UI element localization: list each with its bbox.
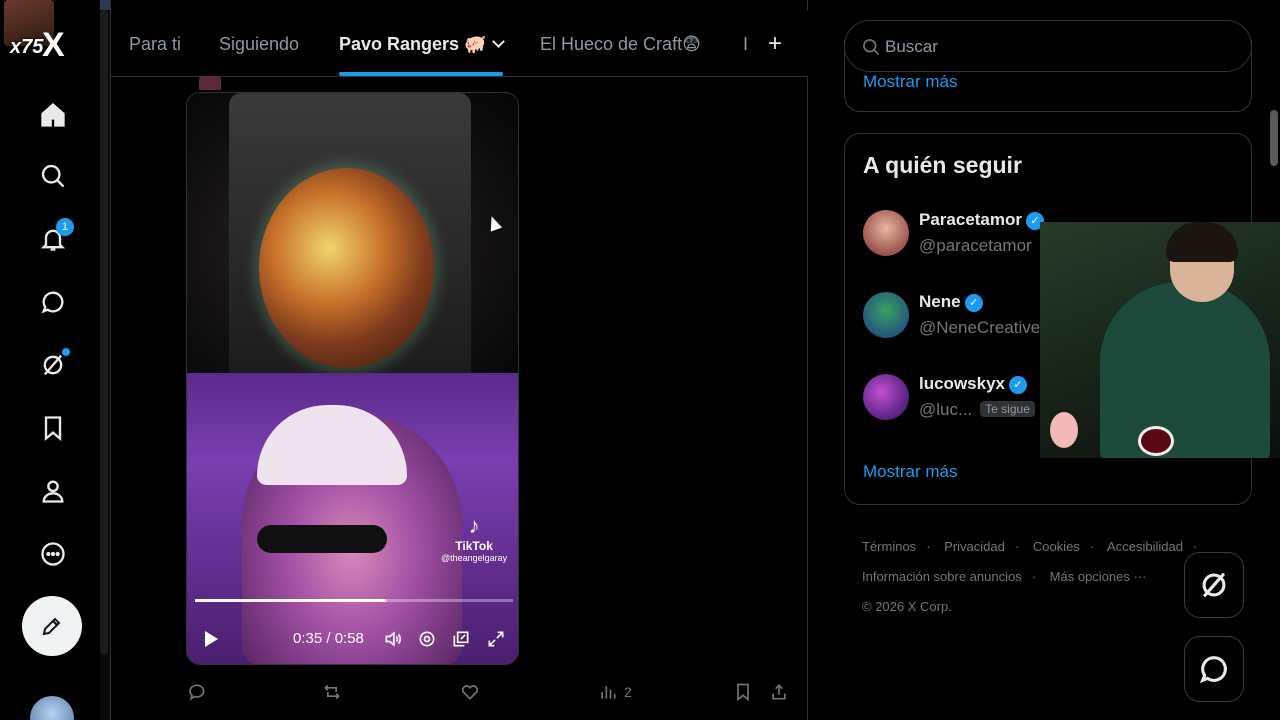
search-icon[interactable] [36, 159, 70, 193]
like-button[interactable] [460, 682, 480, 702]
grok-floating-button[interactable] [1184, 552, 1244, 618]
play-icon[interactable] [205, 631, 218, 647]
account-avatar[interactable] [30, 696, 74, 720]
webcam-overlay [1040, 222, 1280, 458]
grok-icon [1202, 572, 1226, 598]
follows-you-badge: Te sigue [980, 401, 1035, 417]
footer-link-terms[interactable]: Términos [862, 539, 916, 554]
compose-post-button[interactable] [22, 596, 82, 656]
notifications-badge: 1 [56, 218, 74, 236]
left-scrollbar[interactable] [100, 10, 108, 655]
messages-icon [1199, 656, 1227, 684]
footer-link-accessibility[interactable]: Accesibilidad [1107, 539, 1183, 554]
pig-mascot-image [1050, 412, 1078, 448]
footer-link-cookies[interactable]: Cookies [1033, 539, 1080, 554]
video-time: 0:35 / 0:58 [293, 630, 364, 647]
tiktok-brand: TikTok [455, 539, 493, 553]
tab-para-ti[interactable]: Para ti [129, 34, 181, 55]
user-avatar[interactable] [863, 292, 909, 338]
video-top-half [187, 93, 518, 393]
views-count: 2 [624, 684, 632, 700]
tab-siguiendo[interactable]: Siguiendo [219, 34, 299, 55]
tab-el-hueco-de-craft[interactable]: El Hueco de Craft😨 [540, 34, 701, 55]
user-name: Paracetamor ✓ [919, 210, 1045, 230]
messages-floating-button[interactable] [1184, 636, 1244, 702]
who-to-follow-title: A quién seguir [863, 152, 1022, 178]
views-icon [601, 686, 616, 699]
user-handle: @NeneCreative [919, 318, 1041, 337]
user-handle: @luc... Te sigue [919, 400, 1035, 420]
post-header [199, 70, 479, 90]
mug-image [1138, 426, 1174, 456]
user-avatar[interactable] [863, 210, 909, 256]
footer-link-ads-info[interactable]: Información sobre anuncios [862, 569, 1022, 584]
repost-icon [324, 684, 340, 700]
bookmark-icon [737, 683, 749, 702]
verified-badge-icon: ✓ [964, 294, 983, 312]
tab-pavo-rangers[interactable]: Pavo Rangers 🐖 [339, 34, 506, 55]
left-navigation: x75 X 1 [0, 0, 100, 720]
grok-icon[interactable] [36, 348, 70, 382]
user-name: lucowskyx ✓ [919, 374, 1027, 394]
video-player[interactable]: ♪ TikTok @theangelgaray 0:35 / 0:58 [186, 92, 519, 665]
tab-overflow[interactable]: I [743, 34, 748, 55]
previous-show-more-link[interactable]: Mostrar más [863, 72, 957, 92]
chevron-down-icon[interactable] [492, 35, 506, 48]
compose-icon [42, 617, 61, 636]
messages-icon[interactable] [36, 285, 70, 319]
search-icon [863, 39, 880, 56]
fullscreen-icon[interactable] [486, 629, 506, 649]
more-icon[interactable] [36, 537, 70, 571]
reply-icon [189, 684, 205, 701]
bookmarks-icon[interactable] [36, 411, 70, 445]
search-input[interactable] [885, 33, 1225, 61]
timeline-tabs-bar: Para ti Siguiendo Pavo Rangers 🐖 El Huec… [111, 10, 808, 77]
tiktok-icon: ♪ [468, 513, 480, 538]
search-box[interactable] [844, 20, 1252, 72]
video-progress-fill [195, 599, 386, 602]
verified-badge-icon: ✓ [1009, 376, 1027, 394]
user-handle: @paracetamor [919, 236, 1032, 255]
share-icon [772, 684, 786, 700]
post-author-avatar[interactable] [199, 76, 221, 90]
bookmark-button[interactable] [733, 682, 753, 702]
footer-link-privacy[interactable]: Privacidad [944, 539, 1005, 554]
video-progress-bar[interactable] [195, 599, 513, 602]
main-timeline: Para ti Siguiendo Pavo Rangers 🐖 El Huec… [110, 0, 808, 720]
footer-link-more-options[interactable]: Más opciones ··· [1050, 569, 1147, 584]
streamer-hair [1166, 222, 1238, 262]
pizza-image [259, 168, 434, 368]
views-button[interactable]: 2 [598, 682, 632, 702]
share-button[interactable] [769, 682, 789, 702]
profile-icon[interactable] [36, 474, 70, 508]
volume-icon[interactable] [383, 629, 403, 649]
picture-in-picture-icon[interactable] [451, 629, 471, 649]
video-controls: 0:35 / 0:58 [187, 623, 518, 653]
notifications-icon[interactable]: 1 [36, 218, 74, 256]
tab-pavo-rangers-label: Pavo Rangers 🐖 [339, 34, 487, 54]
add-tab-button[interactable]: + [768, 30, 782, 58]
who-to-follow-show-more-link[interactable]: Mostrar más [863, 462, 957, 482]
tiktok-handle: @theangelgaray [441, 553, 508, 563]
creator-glasses [257, 525, 387, 553]
streamer-body [1100, 282, 1270, 458]
settings-gear-icon[interactable] [417, 629, 437, 649]
home-icon[interactable] [36, 98, 70, 132]
user-name: Nene ✓ [919, 292, 983, 312]
reply-button[interactable] [187, 682, 207, 702]
x-logo[interactable]: X [42, 26, 65, 65]
post-actions-bar: 2 [111, 680, 808, 710]
repost-button[interactable] [322, 682, 342, 702]
user-avatar[interactable] [863, 374, 909, 420]
multiplier-overlay: x75 [10, 36, 44, 58]
grok-dot [62, 348, 70, 356]
heart-icon [461, 685, 479, 700]
right-scrollbar[interactable] [1270, 110, 1278, 166]
tiktok-watermark: ♪ TikTok @theangelgaray [441, 513, 507, 563]
